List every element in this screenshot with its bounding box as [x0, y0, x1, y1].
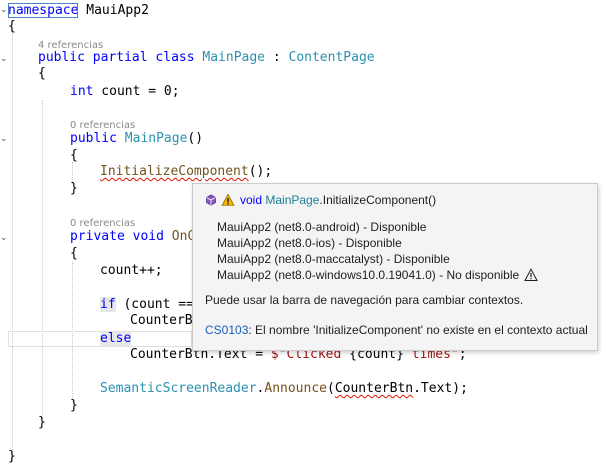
code-text: () — [187, 131, 204, 146]
code-line[interactable]: InitializeComponent(); — [100, 164, 272, 180]
code-line[interactable]: count++; — [100, 263, 163, 279]
indent-guide — [12, 30, 13, 462]
code-text: (count == — [115, 297, 194, 312]
warning-icon — [221, 193, 235, 206]
code-line[interactable]: int count = 0; — [70, 84, 180, 100]
method-name: Announce — [264, 381, 327, 396]
code-text: .Text — [413, 381, 453, 396]
keyword: public — [70, 131, 117, 146]
code-line[interactable]: } — [70, 181, 78, 197]
code-line[interactable]: { — [70, 148, 78, 164]
brace: { — [70, 246, 78, 261]
brace: { — [38, 66, 46, 81]
platform-item: MauiApp2 (net8.0-windows10.0.19041.0) - … — [217, 267, 539, 283]
fold-chevron-icon[interactable]: ⌄ — [0, 6, 8, 15]
indent-guide — [42, 100, 43, 418]
code-line[interactable]: } — [70, 398, 78, 414]
code-text: count++; — [100, 263, 163, 278]
keyword: else — [100, 331, 132, 346]
signature-rest: .InitializeComponent() — [319, 193, 437, 207]
code-line[interactable]: { — [70, 246, 78, 262]
keyword: if — [100, 297, 116, 312]
punctuation: ( — [327, 381, 335, 396]
keyword: int — [70, 84, 94, 99]
brace: } — [70, 398, 78, 413]
method-name: OnC — [163, 229, 196, 244]
code-line[interactable]: } — [38, 415, 46, 431]
code-line[interactable]: CounterB — [130, 313, 193, 329]
keyword: void — [124, 229, 164, 244]
warning-outline-icon — [524, 268, 539, 281]
code-line[interactable]: { — [8, 19, 16, 35]
method-call-error[interactable]: InitializeComponent — [100, 164, 249, 179]
identifier-error[interactable]: CounterBtn — [335, 381, 413, 396]
tooltip-hint: Puede usar la barra de navegación para c… — [205, 293, 524, 307]
signature-keyword: void — [240, 193, 263, 207]
quick-info-tooltip[interactable]: void MainPage .InitializeComponent() Maui… — [192, 183, 598, 351]
type-name: SemanticScreenReader — [100, 381, 257, 396]
platform-item: MauiApp2 (net8.0-ios) - Disponible — [217, 236, 402, 250]
code-text: (); — [248, 164, 273, 179]
code-text: CounterB — [130, 313, 193, 328]
code-line[interactable]: namespace MauiApp2 — [8, 3, 149, 19]
punctuation: ); — [452, 381, 468, 396]
keyword: namespace — [8, 3, 79, 18]
fold-chevron-icon[interactable]: ⌄ — [0, 234, 8, 243]
editor-gutter: ⌄ ⌄ ⌄ ⌄ — [0, 0, 8, 470]
platform-label: MauiApp2 (net8.0-windows10.0.19041.0) - … — [217, 268, 520, 282]
code-line[interactable]: public MainPage() — [70, 131, 203, 147]
code-line[interactable]: else — [100, 331, 192, 347]
keyword: partial — [84, 50, 148, 65]
type-name: MainPage — [194, 50, 266, 65]
tooltip-header: void MainPage .InitializeComponent() — [205, 192, 436, 208]
brace: } — [70, 181, 78, 196]
keyword: public — [38, 50, 85, 65]
code-line[interactable]: if (count == — [100, 297, 194, 313]
error-code-link[interactable]: CS0103 — [205, 323, 248, 337]
platform-item: MauiApp2 (net8.0-android) - Disponible — [217, 220, 427, 234]
brace: { — [70, 148, 78, 163]
namespace-name: MauiApp2 — [78, 3, 149, 18]
indent-guide — [72, 262, 73, 402]
punctuation: : — [265, 50, 281, 65]
tooltip-error: CS0103: El nombre 'InitializeComponent' … — [205, 322, 588, 338]
keyword: class — [147, 50, 195, 65]
brace: } — [38, 415, 46, 430]
error-message: : El nombre 'InitializeComponent' no exi… — [248, 323, 588, 337]
code-line[interactable]: private void OnC — [70, 229, 195, 245]
fold-chevron-icon[interactable]: ⌄ — [0, 55, 8, 64]
type-name: ContentPage — [280, 50, 375, 65]
code-line[interactable]: { — [38, 66, 46, 82]
code-line[interactable]: SemanticScreenReader.Announce(CounterBtn… — [100, 381, 468, 397]
code-text: count = 0; — [93, 84, 180, 99]
keyword: private — [70, 229, 125, 244]
signature-type: MainPage — [265, 193, 320, 207]
brace: { — [8, 19, 16, 34]
fold-chevron-icon[interactable]: ⌄ — [0, 135, 8, 144]
method-cube-icon — [206, 194, 216, 206]
brace: } — [8, 449, 16, 464]
code-line[interactable]: public partial class MainPage : ContentP… — [38, 50, 375, 66]
type-name: MainPage — [116, 131, 188, 146]
platform-item: MauiApp2 (net8.0-maccatalyst) - Disponib… — [217, 252, 450, 266]
code-line[interactable]: } — [8, 449, 16, 465]
